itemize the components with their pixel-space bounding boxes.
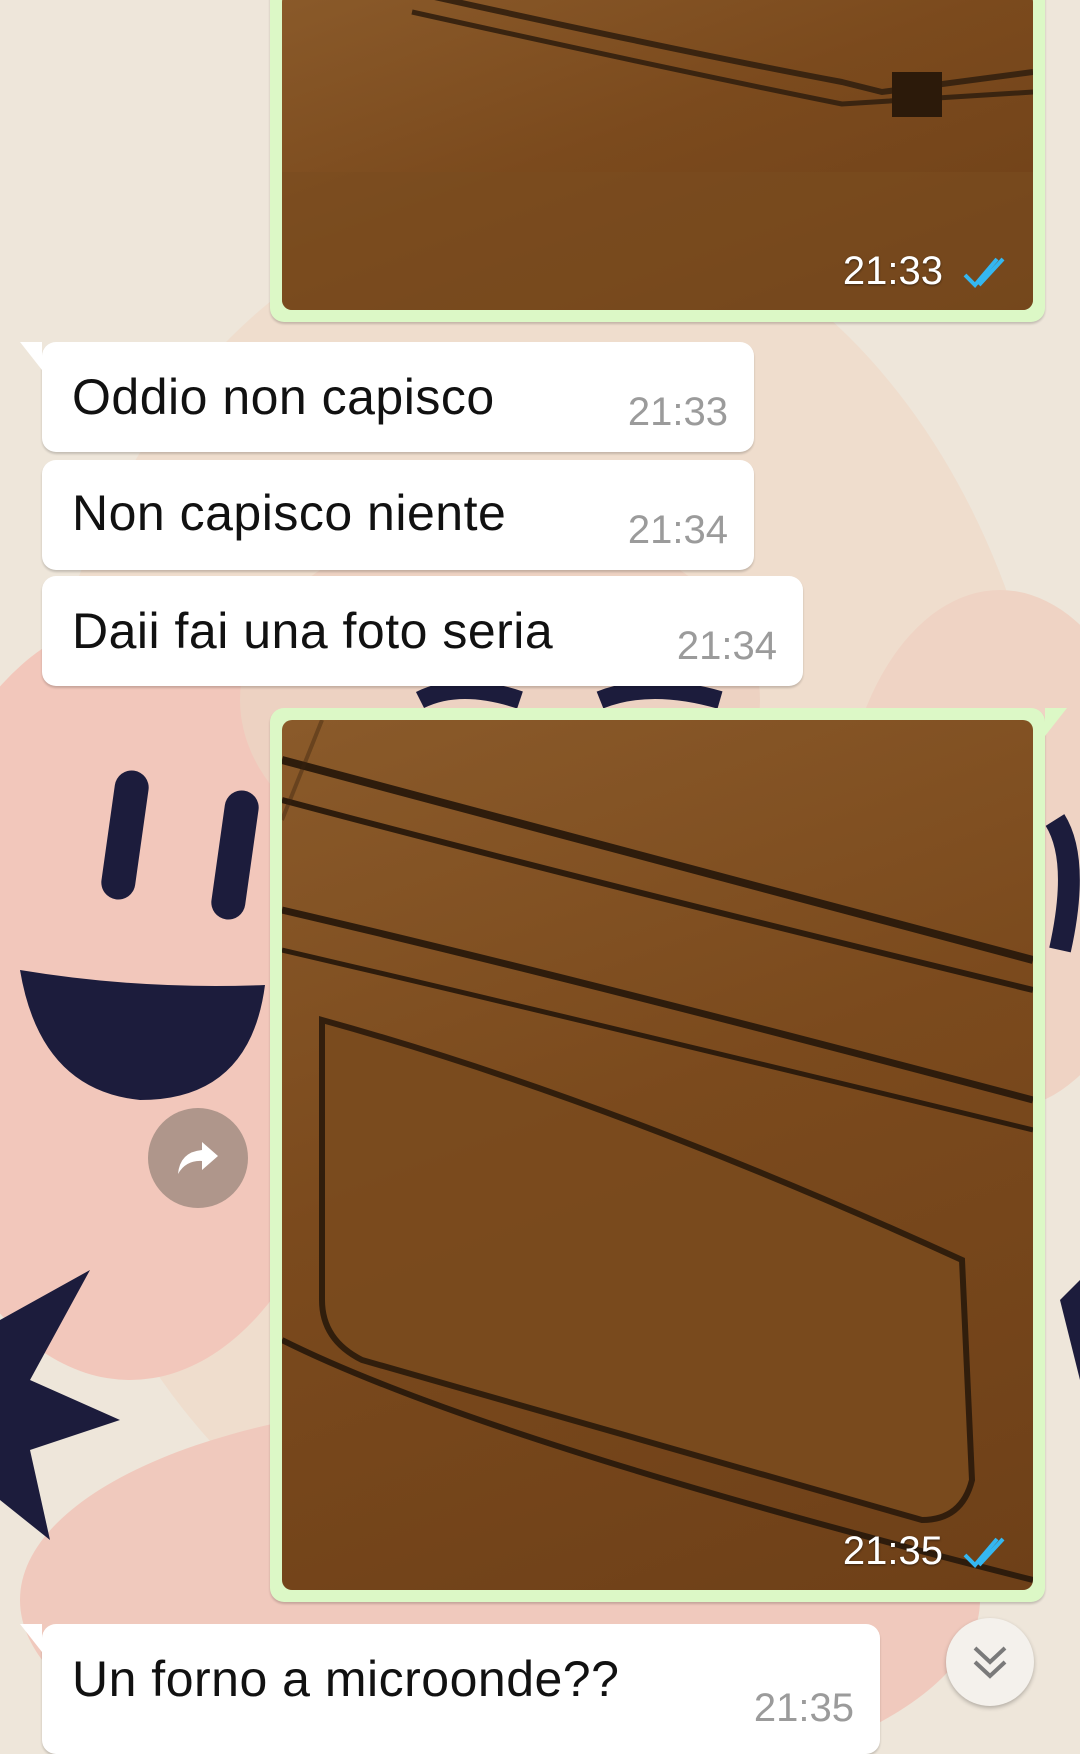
incoming-text-message[interactable]: Oddio non capisco 21:33: [20, 342, 754, 452]
message-text: Daii fai una foto seria: [72, 603, 554, 659]
double-chevron-down-icon: [973, 1646, 1007, 1679]
message-text: Un forno a microonde??: [72, 1651, 620, 1707]
forward-button[interactable]: [148, 1108, 248, 1208]
message-time: 21:33: [627, 390, 728, 434]
incoming-text-message[interactable]: Daii fai una foto seria 21:34: [42, 576, 803, 686]
forward-arrow-icon: [178, 1142, 218, 1174]
message-text: Non capisco niente: [72, 485, 507, 541]
message-text: Oddio non capisco: [72, 369, 495, 425]
photo-thumbnail[interactable]: [282, 720, 1033, 1590]
scroll-to-bottom-button[interactable]: [946, 1618, 1034, 1706]
incoming-text-message[interactable]: Non capisco niente 21:34: [42, 460, 754, 570]
message-time: 21:35: [753, 1686, 854, 1730]
message-time: 21:34: [676, 624, 777, 668]
double-check-icon: [963, 257, 1005, 288]
incoming-text-message[interactable]: Un forno a microonde?? 21:35: [20, 1624, 880, 1754]
message-time: 21:33: [842, 249, 943, 293]
message-time: 21:35: [842, 1529, 943, 1573]
outgoing-image-message[interactable]: 21:35: [270, 708, 1067, 1602]
message-time: 21:34: [627, 508, 728, 552]
outgoing-image-message[interactable]: 21:33: [270, 0, 1045, 322]
photo-meta: 21:35: [843, 1529, 1015, 1574]
double-check-icon: [963, 1537, 1005, 1568]
photo-meta: 21:33: [843, 249, 1015, 294]
